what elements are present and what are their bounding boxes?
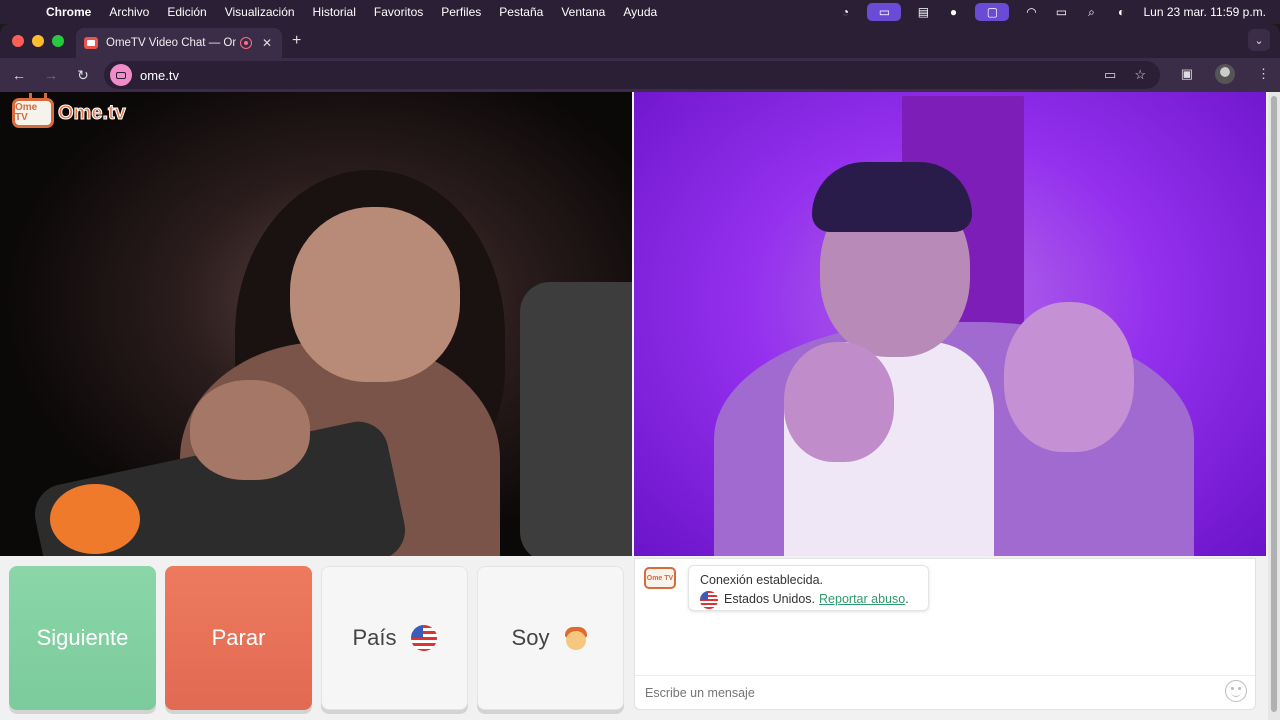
keyboard-icon[interactable]: ▤ [915, 5, 931, 19]
person-hand [784, 342, 894, 462]
chat-panel: Ome TV Conexión establecida. Estados Uni… [634, 558, 1256, 710]
extensions-icon[interactable]: ▣ [1181, 66, 1193, 82]
menu-app-chrome[interactable]: Chrome [46, 5, 91, 19]
report-suffix: . [905, 592, 909, 606]
stop-button[interactable]: Parar [165, 566, 312, 710]
menu-archivo[interactable]: Archivo [109, 5, 149, 19]
tab-title: OmeTV Video Chat — Ome [106, 37, 236, 49]
next-button-label: Siguiente [36, 625, 129, 650]
system-message: Conexión establecida. Estados Unidos. Re… [688, 565, 929, 611]
page-scrollbar[interactable] [1268, 92, 1280, 720]
ometv-logo[interactable]: Ome TV Ome.tv [12, 98, 126, 128]
reload-button[interactable]: ↻ [72, 64, 94, 86]
gender-button-label: Soy [511, 625, 550, 650]
partner-country: Estados Unidos. [724, 592, 816, 606]
remote-video [634, 92, 1266, 556]
person-hand [1004, 302, 1134, 452]
menu-ayuda[interactable]: Ayuda [623, 5, 657, 19]
back-button[interactable]: ← [8, 64, 30, 86]
menu-ventana[interactable]: Ventana [561, 5, 605, 19]
report-abuse-link[interactable]: Reportar abuso [819, 590, 905, 609]
tab-search-chevron-icon[interactable]: ⌄ [1248, 29, 1270, 51]
user-icon[interactable]: ● [945, 5, 961, 19]
stop-button-label: Parar [211, 625, 266, 650]
chat-ometv-logo-icon: Ome TV [644, 567, 676, 589]
screen-mirror-icon[interactable]: ▭ [867, 3, 902, 21]
tv-logo-icon: Ome TV [12, 98, 54, 128]
stage-manager-icon[interactable]: ▢ [975, 3, 1010, 21]
address-bar[interactable]: ome.tv ▭ ☆ [104, 61, 1160, 89]
connection-status: Conexión establecida. [700, 573, 823, 587]
orange-object [50, 484, 140, 554]
us-flag-icon [410, 625, 437, 651]
boy-emoji-icon [563, 625, 589, 651]
chrome-menu-icon[interactable]: ⋮ [1257, 66, 1270, 82]
new-tab-button[interactable]: + [292, 32, 301, 50]
url-text[interactable]: ome.tv [140, 68, 179, 83]
us-flag-icon [700, 590, 718, 609]
browser-window: OmeTV Video Chat — Ome ✕ + ⌄ ← → ↻ ome.t… [0, 24, 1280, 720]
site-info-icon[interactable] [110, 64, 132, 86]
menu-visualizacion[interactable]: Visualización [225, 5, 295, 19]
spotlight-search-icon[interactable]: ⌕ [1083, 5, 1099, 19]
tab-close-icon[interactable]: ✕ [262, 36, 272, 50]
scrollbar-thumb[interactable] [1271, 96, 1277, 712]
person-cap [812, 162, 972, 232]
tab-bar: OmeTV Video Chat — Ome ✕ + ⌄ [0, 24, 1280, 58]
cast-icon[interactable]: ▭ [1104, 67, 1116, 83]
tab-favicon-icon [84, 37, 98, 49]
fullscreen-window-button[interactable] [52, 35, 64, 47]
next-button[interactable]: Siguiente [9, 566, 156, 710]
emoji-picker-icon[interactable] [1225, 680, 1247, 702]
wifi-icon[interactable]: ◠ [1023, 5, 1039, 19]
menubar-clock[interactable]: Lun 23 mar. 11:59 p.m. [1143, 5, 1266, 19]
page-content: Ome TV Ome.tv Siguiente Parar País Soy O… [0, 92, 1280, 720]
person-hand [190, 380, 310, 480]
control-center-icon[interactable]: ◐ [1113, 5, 1129, 19]
profile-avatar[interactable] [1215, 64, 1235, 84]
recording-indicator-icon [240, 37, 252, 49]
bookmark-star-icon[interactable]: ☆ [1134, 67, 1146, 83]
forward-button[interactable]: → [40, 64, 62, 86]
battery-icon[interactable]: ▭ [1053, 5, 1069, 19]
gender-button[interactable]: Soy [477, 566, 624, 710]
logo-wordmark: Ome.tv [58, 101, 127, 124]
country-button[interactable]: País [321, 566, 468, 710]
minimize-window-button[interactable] [32, 35, 44, 47]
status-indicator-icon[interactable]: ◔ [837, 5, 853, 19]
message-input[interactable] [645, 683, 1205, 703]
country-button-label: País [352, 625, 397, 650]
window-controls [12, 35, 64, 47]
menu-perfiles[interactable]: Perfiles [441, 5, 481, 19]
browser-toolbar: ← → ↻ ome.tv ▭ ☆ ▣ ⋮ [0, 58, 1280, 92]
tab-ometv[interactable]: OmeTV Video Chat — Ome ✕ [76, 28, 282, 58]
menu-edicion[interactable]: Edición [167, 5, 206, 19]
pillow [520, 282, 632, 556]
menu-pestana[interactable]: Pestaña [499, 5, 543, 19]
camera-icon [116, 71, 126, 79]
menu-favoritos[interactable]: Favoritos [374, 5, 423, 19]
close-window-button[interactable] [12, 35, 24, 47]
macos-menu-bar: Chrome Archivo Edición Visualización His… [0, 0, 1280, 24]
person-face [290, 207, 460, 382]
chat-divider [635, 675, 1255, 676]
menu-historial[interactable]: Historial [313, 5, 356, 19]
local-video: Ome TV Ome.tv [0, 92, 632, 556]
